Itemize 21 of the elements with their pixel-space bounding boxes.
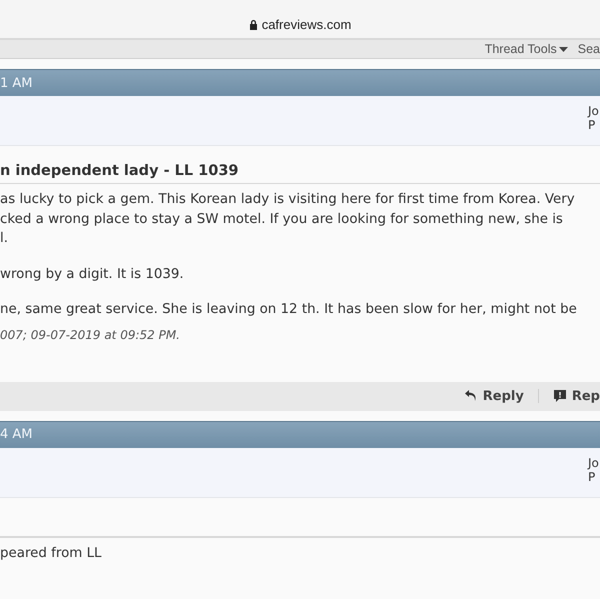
speech-bubble-icon bbox=[552, 389, 567, 403]
post-paragraph: as lucky to pick a gem. This Korean lady is visiting here for first time from Korea. Very cked a wrong place to stay a SW motel. If you are looking for something new, she is l. bbox=[0, 191, 576, 248]
user-info-text: P bbox=[588, 118, 596, 132]
post-time: 1 AM bbox=[0, 76, 33, 90]
post-time: 4 AM bbox=[0, 427, 33, 442]
user-info-text: P bbox=[588, 470, 596, 484]
post-paragraph: ne, same great service. She is leaving on 12 th. It has been slow for her, might not be bbox=[0, 301, 578, 319]
thread-tools-menu[interactable]: Thread Tools bbox=[484, 42, 568, 56]
edit-note: 007; 09-07-2019 at 09:52 PM. bbox=[0, 328, 181, 342]
post-paragraph: wrong by a digit. It is 1039. bbox=[0, 266, 185, 284]
reply-button[interactable]: Reply bbox=[464, 388, 524, 404]
report-button[interactable]: Rep bbox=[552, 388, 600, 404]
post-paragraph: peared from LL bbox=[0, 544, 102, 562]
user-info-text: Jo bbox=[588, 456, 600, 470]
user-info-text: Jo bbox=[588, 104, 600, 118]
search-link[interactable]: Sea bbox=[578, 42, 600, 56]
caret-icon bbox=[558, 46, 568, 52]
post-title: n independent lady - LL 1039 bbox=[0, 163, 239, 179]
address-bar-url[interactable]: cafreviews.com bbox=[248, 17, 352, 32]
reply-arrow-icon bbox=[464, 389, 478, 403]
lock-icon bbox=[248, 19, 258, 30]
